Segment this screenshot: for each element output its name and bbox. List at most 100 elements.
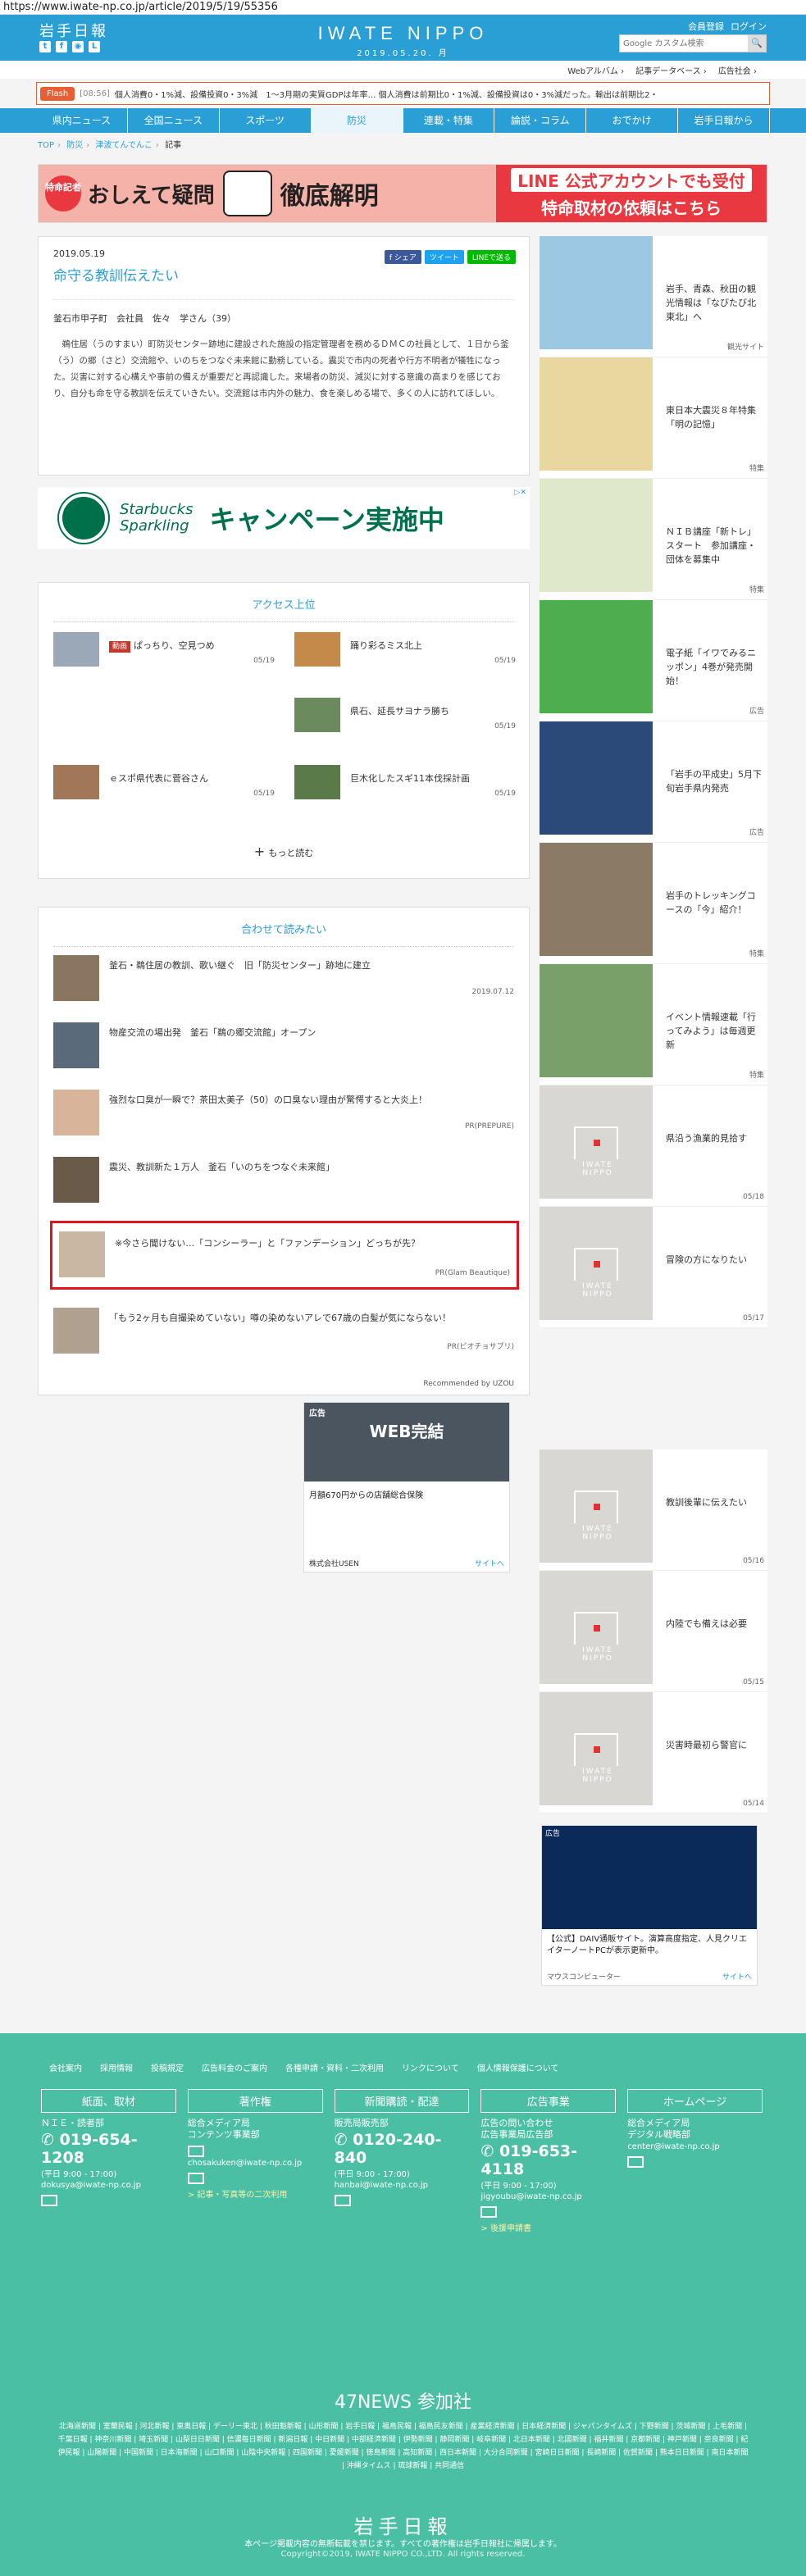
mail-icon[interactable] [41,2195,57,2206]
sidebar-item[interactable]: イベント情報速載「行ってみよう」は毎週更新 特集 [540,964,767,1085]
sublink-album[interactable]: Webアルバム › [567,64,624,79]
related-item[interactable]: 釜石・鵜住居の教訓、歌い継ぐ 旧「防災センター」跡地に建立 2019.07.12 [53,952,514,1001]
flash-text[interactable]: 個人消費0・1%減、設備投資0・3%減 1〜3月期の実質GDPは年率… 個人消費… [115,88,658,100]
footer-link-company[interactable]: 会社案内 [49,2061,82,2073]
related-thumb [53,1090,99,1136]
ranking-item[interactable]: ｅスポ県代表に菅谷さん 05/19 [53,765,275,801]
sublink-database[interactable]: 記事データベース › [635,64,707,79]
related-item[interactable]: 震災、教訓新た１万人 釜石「いのちをつなぐ未来館」 [53,1154,514,1203]
footer-link-ad-rates[interactable]: 広告料金のご案内 [202,2061,267,2073]
footer-link-recruit[interactable]: 採用情報 [100,2061,133,2073]
footer-link-applications[interactable]: 各種申請・資料・二次利用 [285,2061,384,2073]
ranking-item[interactable]: 巨木化したスギ11本伐採計画 05/19 [294,765,516,801]
email-link[interactable]: dokusya@iwate-np.co.jp [41,2181,176,2190]
starbucks-ad[interactable]: Starbucks Sparkling キャンペーン実施中 ▷✕ [38,487,530,549]
mouse-ad-caption: 【公式】DAIV通販サイト。演算高度指定、人見クリエイターノートPCが表示更新中… [547,1935,747,1955]
line-share-button[interactable]: LINEで送る [467,250,516,264]
mouse-site-link[interactable]: サイトへ [722,1971,752,1982]
nav-series[interactable]: 連載・特集 [403,108,495,133]
sidebar-item[interactable]: 東日本大震災８年特集「明の記憶」 特集 [540,357,767,479]
search-icon[interactable]: 🔍 [748,35,766,52]
video-tag: 動画 [109,641,131,653]
ranking-item[interactable]: 県石、延長サヨナラ勝ち 05/19 [294,698,516,734]
related-thumb [53,1022,99,1068]
related-title: 合わせて読みたい [53,916,514,947]
mail-icon[interactable] [334,2195,351,2206]
phone-number[interactable]: ✆ 019-653-4118 [480,2142,616,2178]
sidebar-item[interactable]: IWATE NIPPO 内陸でも備えは必要 05/15 [540,1571,767,1692]
secondary-use-link[interactable]: > 記事・写真等の二次利用 [188,2187,323,2200]
mouse-computer-ad[interactable]: 広告 【公式】DAIV通販サイト。演算高度指定、人見クリエイターノートPCが表示… [541,1825,758,1986]
nav-disaster[interactable]: 防災 [311,108,403,133]
mail-icon[interactable] [187,2173,204,2184]
sidebar-item[interactable]: 岩手のトレッキングコースの「今」紹介！ 特集 [540,843,767,964]
nav-sports[interactable]: スポーツ [220,108,312,133]
usen-site-link[interactable]: サイトへ [475,1558,504,1568]
search-input[interactable] [620,35,748,52]
sublink-ad[interactable]: 広告社会 › [718,64,757,79]
starbucks-logo [59,494,108,543]
related-item[interactable]: 物産交流の場出発 釜石「鵜の郷交流館」オープン [53,1019,514,1068]
usen-ad[interactable]: 広告 WEB完結 月額670円からの店舗総合保険 株式会社USEN サイトへ [303,1402,510,1572]
address-bar[interactable]: https://www.iwate-np.co.jp/article/2019/… [0,0,806,15]
breadcrumb-top[interactable]: TOP [38,141,54,150]
adchoices-icon[interactable]: ▷✕ [515,489,526,497]
related-item[interactable]: 「もう2ヶ月も自撮染めていない」噂の染めないアレで67歳の白髪が気にならない！ … [53,1304,514,1354]
sidebar-item[interactable]: IWATE NIPPO 教訓後輩に伝えたい 05/16 [540,1450,767,1571]
related-item-highlighted[interactable]: ※今さら聞けない…「コンシーラー」と「ファンデーション」どっちが先？ PR(Gl… [50,1221,519,1290]
footer-links: 会社案内 採用情報 投稿規定 広告料金のご案内 各種申請・資料・二次利用 リンク… [0,2033,806,2073]
flash-news[interactable]: Flash [08:56] 個人消費0・1%減、設備投資0・3%減 1〜3月期の… [36,82,770,105]
mail-icon[interactable] [480,2206,498,2218]
nav-national-news[interactable]: 全国ニュース [128,108,220,133]
tweet-button[interactable]: ツイート [424,250,464,264]
phone-number[interactable]: ✆ 0120-240-840 [335,2131,470,2167]
facebook-share-button[interactable]: f シェア [384,250,421,264]
placeholder-thumb: IWATE NIPPO [540,1207,653,1320]
footer-logo[interactable]: 岩手日報 [0,2510,806,2539]
phone-number[interactable]: ✆ 019-654-1208 [41,2131,176,2167]
mail-icon[interactable] [187,2146,204,2157]
sidebar-item[interactable]: 電子紙「イワでみるニッポン」4巻が発売開始！ 広告 [540,600,767,721]
register-link[interactable]: 会員登録 [688,20,724,33]
uzou-credit[interactable]: Recommended by UZOU [423,1380,514,1388]
contact-column-homepage: ホームページ 総合メディア局 デジタル戦略部 center@iwate-np.c… [627,2089,763,2233]
usen-company: 株式会社USEN [309,1560,359,1568]
related-thumb [53,1157,99,1203]
share-buttons: f シェア ツイート LINEで送る [384,250,516,264]
login-link[interactable]: ログイン [731,20,767,33]
main-column: 2019.05.19 命守る教訓伝えたい f シェア ツイート LINEで送る … [38,236,530,1572]
footer-link-linking[interactable]: リンクについて [402,2061,459,2073]
search-box: 🔍 [619,34,767,52]
sidebar-item[interactable]: 「岩手の平成史」5月下旬岩手県内発売 広告 [540,721,767,843]
sponsorship-link[interactable]: > 後援申請書 [480,2221,616,2233]
email-link[interactable]: chosakuken@iwate-np.co.jp [188,2159,323,2168]
ranking-item[interactable]: 踊り彩るミス北上 05/19 [294,632,516,668]
sidebar-thumb [540,479,653,592]
breadcrumb-tsunami[interactable]: 津波てんでんこ [95,141,153,150]
sidebar-item[interactable]: IWATE NIPPO 災害時最初ら警官に 05/14 [540,1692,767,1814]
ranking-thumb [294,765,340,799]
sidebar-item[interactable]: ＮＩＢ講座「新トレ」スタート 参加講座・団体を募集中 特集 [540,479,767,600]
sidebar-item[interactable]: 岩手、青森、秋田の観光情報は「なびたび北東北」へ 観光サイト [540,236,767,357]
sidebar-item[interactable]: IWATE NIPPO 県沿う漁業的見拾す 05/18 [540,1085,767,1207]
inquiry-banner[interactable]: 特命記者 おしえて疑問 徹底解明 LINE 公式アカウントでも受付 特命取材の依… [38,164,767,223]
placeholder-thumb: IWATE NIPPO [540,1571,653,1684]
related-item[interactable]: 強烈な口臭が一瞬で？茶田太美子（50）の口臭ない理由が驚愕すると大炎上！ PR(… [53,1086,514,1136]
sidebar-thumb [540,357,653,471]
sidebar-item[interactable]: IWATE NIPPO 冒険の方になりたい 05/17 [540,1207,767,1328]
email-link[interactable]: hanbai@iwate-np.co.jp [335,2181,470,2190]
mail-icon[interactable] [627,2156,644,2168]
ranking-item[interactable]: 動画 ぱっちり、空見つめ 05/19 [53,632,275,668]
more-button[interactable]: + もっと読む [39,844,529,859]
nav-local-news[interactable]: 県内ニュース [36,108,128,133]
nav-from-nippo[interactable]: 岩手日報から [678,108,770,133]
47news-papers[interactable]: 北海道新聞 | 室蘭民報 | 河北新報 | 東奥日報 | デーリー東北 | 秋田… [57,2420,749,2473]
nav-outing[interactable]: おでかけ [586,108,679,133]
email-link[interactable]: center@iwate-np.co.jp [627,2142,763,2151]
breadcrumb-disaster[interactable]: 防災 [66,141,83,150]
usen-ad-caption: 月額670円からの店舗総合保険 [309,1491,424,1500]
nav-column[interactable]: 論説・コラム [494,108,587,133]
email-link[interactable]: jigyoubu@iwate-np.co.jp [480,2192,616,2201]
footer-link-privacy[interactable]: 個人情報保護について [477,2061,559,2073]
footer-link-submission[interactable]: 投稿規定 [151,2061,184,2073]
